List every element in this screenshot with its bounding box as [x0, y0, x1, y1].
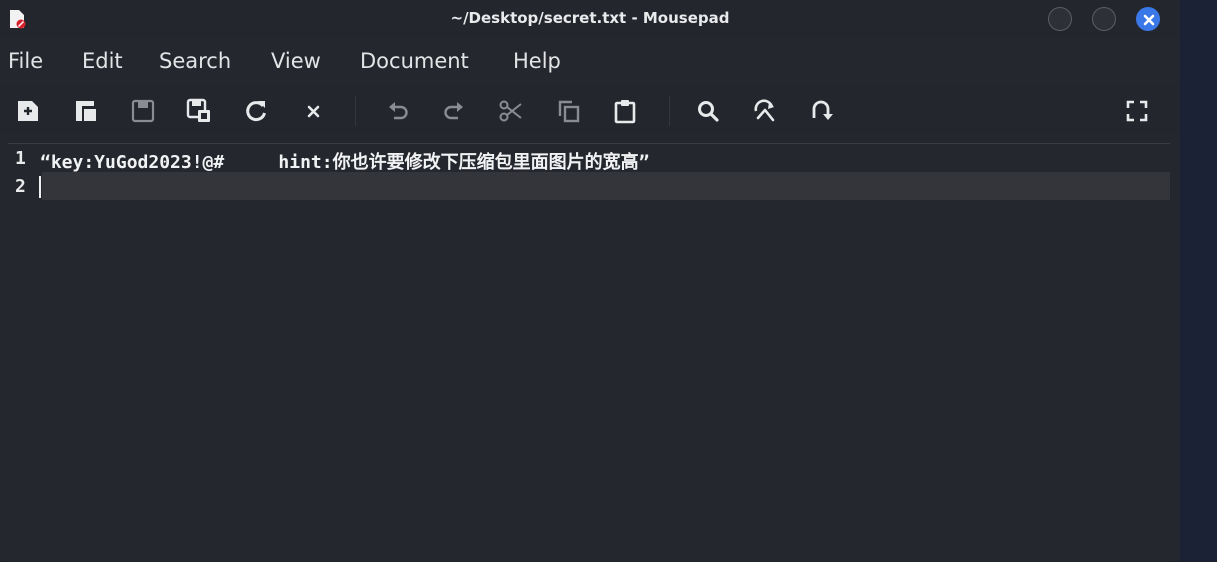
menu-bar: File Edit Search View Document Help: [0, 44, 1180, 80]
menu-document[interactable]: Document: [360, 48, 469, 74]
save-icon: [131, 99, 155, 123]
menu-search[interactable]: Search: [159, 48, 231, 74]
paste-icon: [614, 100, 636, 124]
close-window-button[interactable]: [1136, 7, 1160, 31]
text-line[interactable]: “key:YuGod2023!@# hint:你也许要修改下压缩包里面图片的宽高…: [40, 148, 649, 174]
title-bar[interactable]: ~/Desktop/secret.txt - Mousepad: [0, 0, 1180, 38]
minimize-button[interactable]: [1048, 7, 1072, 31]
save-as-icon: [186, 98, 210, 122]
maximize-button[interactable]: [1092, 7, 1116, 31]
find-replace-button[interactable]: [752, 98, 778, 124]
find-button[interactable]: [695, 98, 721, 124]
desktop-background: [1180, 0, 1217, 561]
close-document-icon: [307, 105, 320, 118]
text-editor[interactable]: 1 2 “key:YuGod2023!@# hint:你也许要修改下压缩包里面图…: [8, 143, 1170, 562]
go-to-line-icon: [812, 100, 833, 120]
cut-button[interactable]: [498, 98, 524, 124]
cut-icon: [499, 100, 522, 122]
new-document-button[interactable]: [16, 98, 42, 124]
save-as-button[interactable]: [186, 98, 212, 124]
toolbar-separator: [669, 96, 670, 126]
close-document-button[interactable]: [301, 98, 327, 124]
line-number: 1: [15, 148, 26, 169]
copy-icon: [558, 100, 580, 123]
menu-help[interactable]: Help: [513, 48, 561, 74]
line-number: 2: [15, 176, 26, 197]
redo-icon: [444, 102, 463, 120]
go-to-line-button[interactable]: [809, 98, 835, 124]
fullscreen-icon: [1126, 100, 1148, 122]
mousepad-window: ~/Desktop/secret.txt - Mousepad File Edi…: [0, 0, 1180, 562]
toolbar-separator: [355, 96, 356, 126]
new-document-icon: [18, 101, 38, 121]
menu-edit[interactable]: Edit: [82, 48, 123, 74]
undo-icon: [389, 102, 408, 120]
fullscreen-button[interactable]: [1124, 98, 1150, 124]
current-line-highlight: [42, 172, 1170, 200]
window-title: ~/Desktop/secret.txt - Mousepad: [450, 9, 730, 27]
new-window-button[interactable]: [73, 98, 99, 124]
menu-view[interactable]: View: [271, 48, 321, 74]
paste-button[interactable]: [612, 98, 638, 124]
find-icon: [698, 101, 719, 122]
copy-button[interactable]: [556, 98, 582, 124]
reload-button[interactable]: [243, 98, 269, 124]
save-button[interactable]: [130, 98, 156, 124]
toolbar: [0, 86, 1180, 134]
redo-button[interactable]: [441, 98, 467, 124]
undo-button[interactable]: [385, 98, 411, 124]
new-window-icon: [76, 101, 96, 121]
line-number-gutter: 1 2: [8, 144, 40, 562]
menu-file[interactable]: File: [8, 48, 43, 74]
find-replace-icon: [754, 99, 775, 122]
reload-icon: [246, 101, 266, 122]
text-cursor: [39, 176, 41, 198]
close-icon: [1143, 14, 1155, 26]
